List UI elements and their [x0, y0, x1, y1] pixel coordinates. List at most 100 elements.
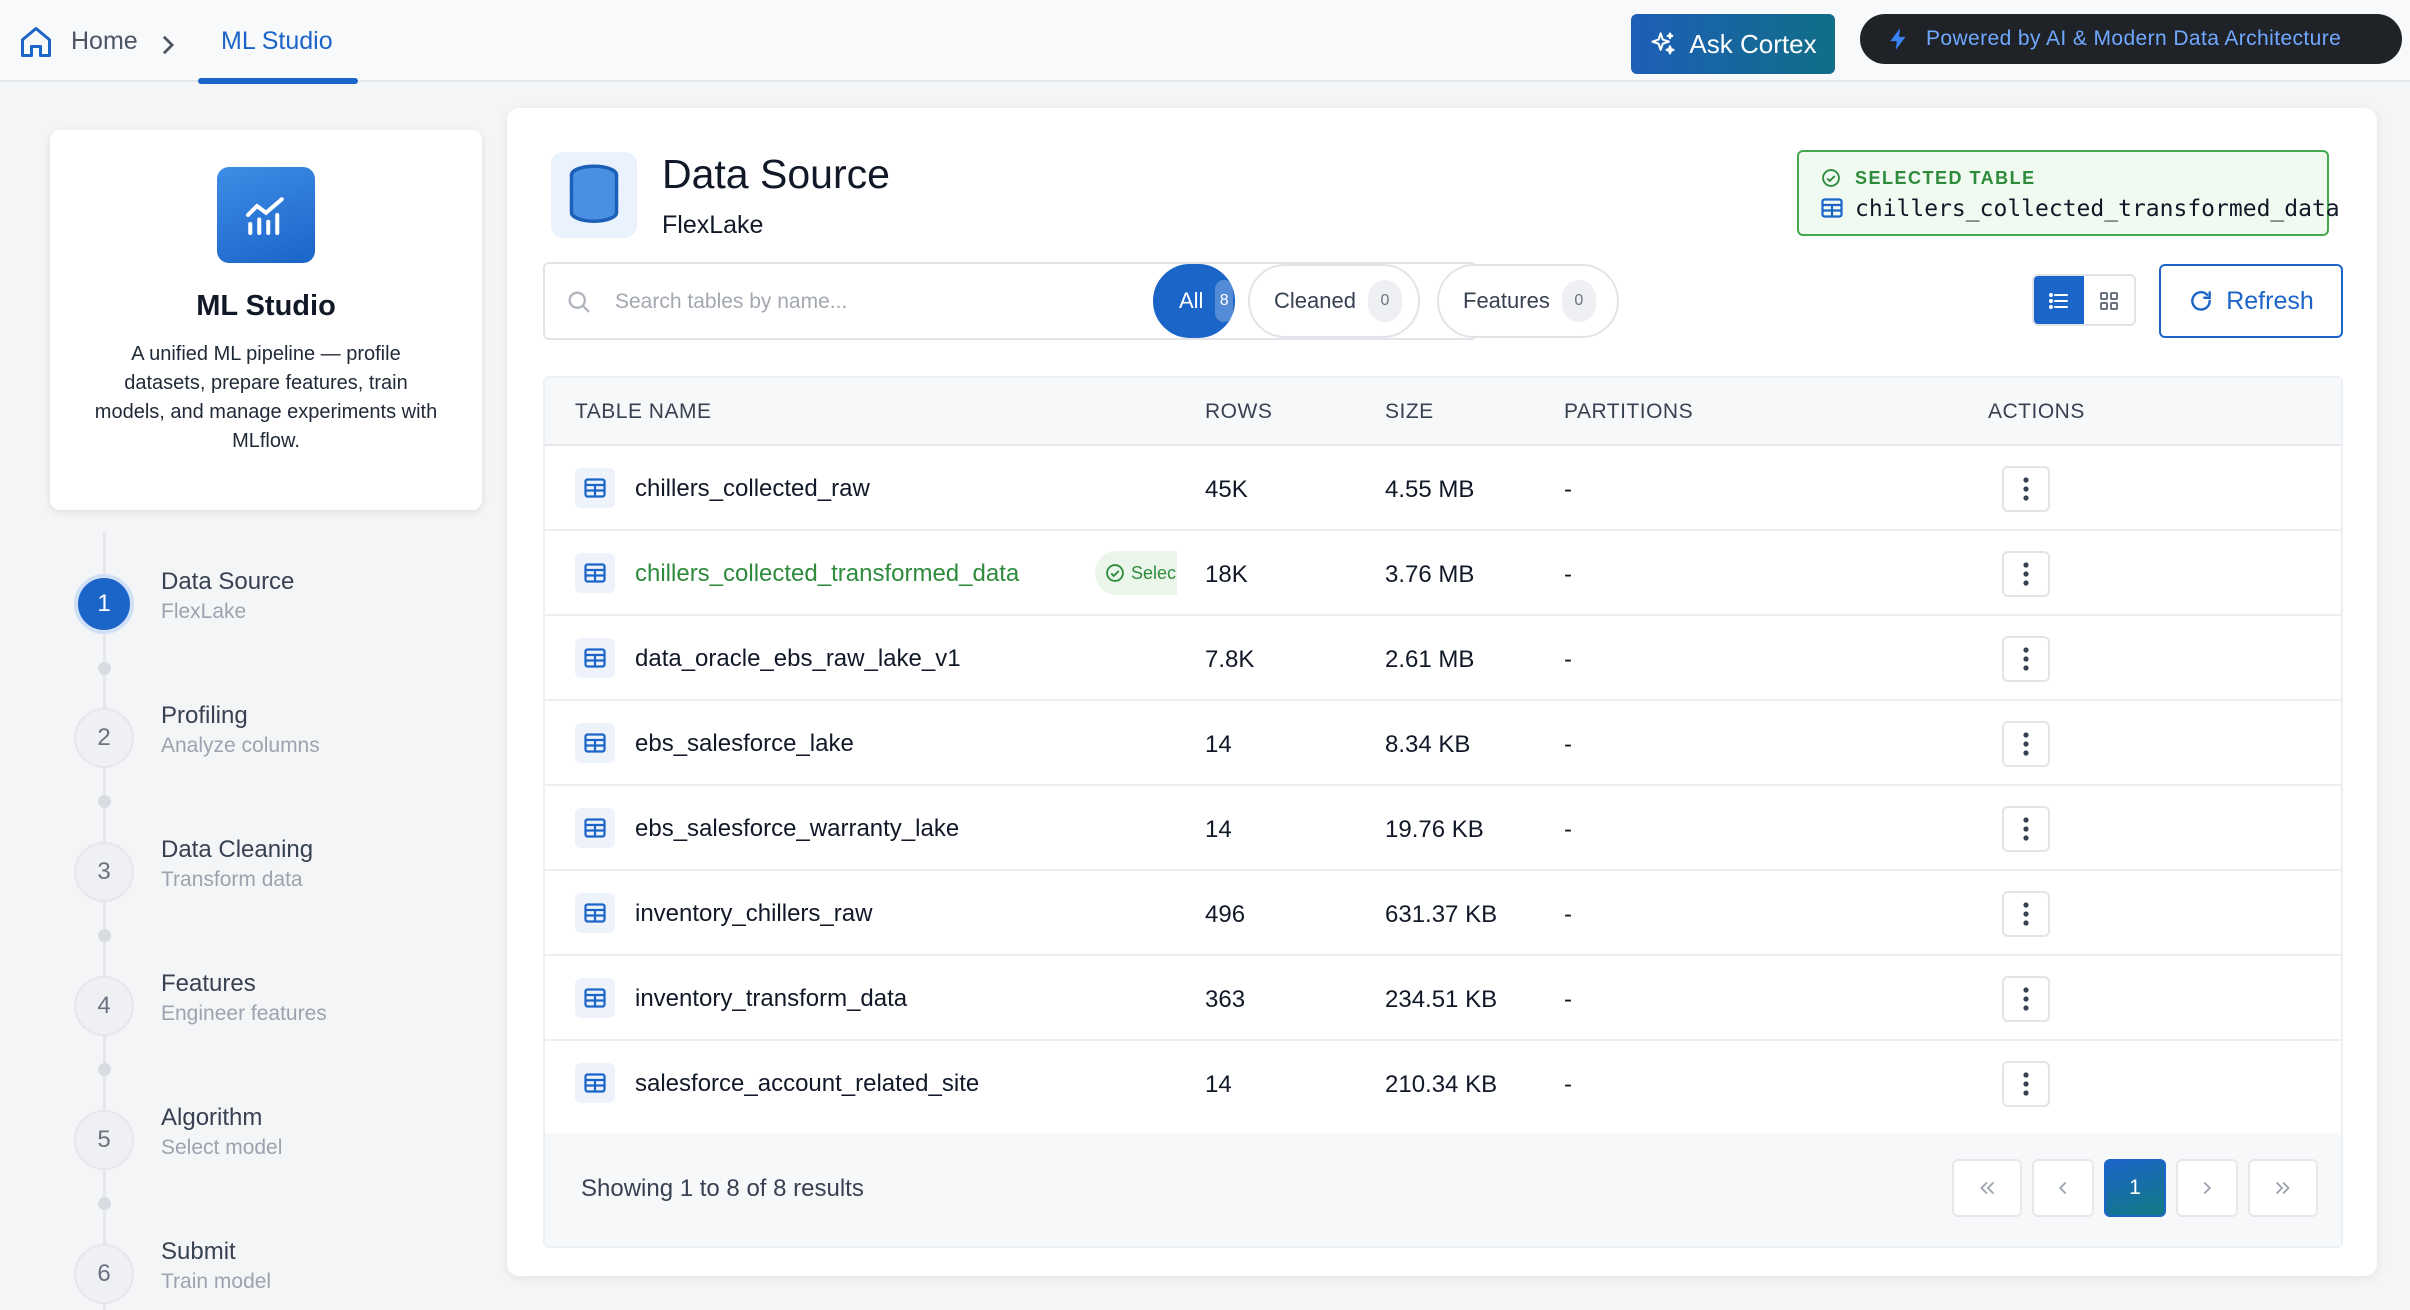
row-count: 7.8K [1205, 646, 1255, 673]
page-button-current[interactable]: 1 [2104, 1159, 2166, 1217]
table-icon [575, 893, 615, 933]
row-actions-button[interactable] [2002, 1061, 2050, 1107]
partitions-value: - [1564, 476, 1572, 503]
table-name[interactable]: salesforce_account_related_site [635, 1070, 979, 1098]
step-data-cleaning[interactable]: 3 Data Cleaning Transform data [72, 836, 452, 906]
table-name[interactable]: ebs_salesforce_warranty_lake [635, 815, 959, 843]
more-vertical-icon [2023, 562, 2029, 586]
filter-cleaned[interactable]: Cleaned 0 [1248, 264, 1420, 338]
step-connector-dot [98, 1197, 111, 1210]
first-page-button[interactable] [1952, 1159, 2022, 1217]
step-number: 1 [74, 574, 134, 634]
table-icon [575, 1063, 615, 1103]
previous-page-button[interactable] [2032, 1159, 2094, 1217]
step-algorithm[interactable]: 5 Algorithm Select model [72, 1104, 452, 1174]
filter-label: All [1179, 288, 1204, 313]
table-row[interactable]: inventory_chillers_raw 496 631.37 KB - [545, 871, 2341, 956]
search-icon [568, 291, 590, 313]
ask-cortex-button[interactable]: Ask Cortex [1631, 14, 1835, 74]
selected-table-card: SELECTED TABLE chillers_collected_transf… [1797, 150, 2340, 236]
table-size: 2.61 MB [1385, 646, 1475, 673]
step-title: Algorithm [161, 1104, 263, 1131]
partitions-value: - [1564, 731, 1572, 758]
data-source-panel: Data Source FlexLake SELECTED TABLE chil… [507, 108, 2377, 1276]
step-number: 2 [74, 708, 134, 768]
table-size: 4.55 MB [1385, 476, 1475, 503]
partitions-value: - [1564, 1071, 1572, 1098]
table-row[interactable]: ebs_salesforce_lake 14 8.34 KB - [545, 701, 2341, 786]
table-row[interactable]: chillers_collected_raw 45K 4.55 MB - [545, 446, 2341, 531]
step-subtitle: Analyze columns [161, 734, 320, 757]
row-actions-button[interactable] [2002, 551, 2050, 597]
grid-icon [2100, 292, 2118, 310]
table-size: 631.37 KB [1385, 901, 1498, 928]
partitions-value: - [1564, 986, 1572, 1013]
table-icon [575, 808, 615, 848]
filter-features[interactable]: Features 0 [1437, 264, 1619, 338]
table-name[interactable]: chillers_collected_transformed_data [635, 560, 1019, 588]
row-actions-button[interactable] [2002, 636, 2050, 682]
last-page-button[interactable] [2248, 1159, 2318, 1217]
powered-by-label: Powered by AI & Modern Data Architecture [1926, 27, 2342, 50]
list-view-button[interactable] [2034, 276, 2084, 324]
check-circle-icon [1822, 169, 1840, 187]
table-row-selected[interactable]: chillers_collected_transformed_data Sele… [545, 531, 2341, 616]
row-actions-button[interactable] [2002, 466, 2050, 512]
ml-studio-logo [217, 167, 315, 263]
table-header: TABLE NAME ROWS SIZE PARTITIONS ACTIONS [545, 378, 2341, 446]
row-count: 14 [1205, 816, 1232, 843]
step-connector-dot [98, 1063, 111, 1076]
page-subtitle: FlexLake [662, 211, 764, 239]
table-row[interactable]: ebs_salesforce_warranty_lake 14 19.76 KB… [545, 786, 2341, 871]
column-header-size: SIZE [1385, 400, 1434, 423]
table-name[interactable]: ebs_salesforce_lake [635, 730, 854, 758]
home-icon[interactable] [18, 24, 54, 60]
row-actions-button[interactable] [2002, 721, 2050, 767]
table-size: 3.76 MB [1385, 561, 1475, 588]
table-name[interactable]: data_oracle_ebs_raw_lake_v1 [635, 645, 961, 673]
step-connector-dot [98, 795, 111, 808]
row-count: 14 [1205, 1071, 1232, 1098]
step-title: Data Source [161, 568, 295, 595]
filter-count-badge: 0 [1561, 280, 1596, 322]
table-name[interactable]: inventory_transform_data [635, 985, 907, 1013]
row-actions-button[interactable] [2002, 891, 2050, 937]
more-vertical-icon [2023, 1072, 2029, 1096]
chevron-right-icon [162, 35, 175, 55]
filter-label: Cleaned [1274, 288, 1356, 313]
table-name[interactable]: inventory_chillers_raw [635, 900, 872, 928]
breadcrumb-home-link[interactable]: Home [71, 27, 138, 56]
column-header-actions: ACTIONS [1988, 400, 2085, 423]
lightning-icon [1890, 28, 1906, 50]
row-actions-button[interactable] [2002, 806, 2050, 852]
grid-view-button[interactable] [2084, 276, 2134, 324]
results-summary: Showing 1 to 8 of 8 results [581, 1175, 864, 1202]
partitions-value: - [1564, 646, 1572, 673]
next-page-button[interactable] [2176, 1159, 2238, 1217]
step-profiling[interactable]: 2 Profiling Analyze columns [72, 702, 452, 772]
column-header-partitions: PARTITIONS [1564, 400, 1694, 423]
table-icon [575, 978, 615, 1018]
step-features[interactable]: 4 Features Engineer features [72, 970, 452, 1040]
step-data-source[interactable]: 1 Data Source FlexLake [72, 568, 452, 638]
filter-all[interactable]: All 8 [1153, 264, 1235, 338]
table-row[interactable]: data_oracle_ebs_raw_lake_v1 7.8K 2.61 MB… [545, 616, 2341, 701]
breadcrumb-current[interactable]: ML Studio [221, 27, 333, 56]
column-header-table-name: TABLE NAME [575, 400, 712, 423]
row-actions-button[interactable] [2002, 976, 2050, 1022]
table-footer: Showing 1 to 8 of 8 results 1 [545, 1133, 2341, 1246]
step-subtitle: Select model [161, 1136, 283, 1159]
table-row[interactable]: salesforce_account_related_site 14 210.3… [545, 1041, 2341, 1126]
sidebar-description: A unified ML pipeline — profile datasets… [94, 343, 438, 452]
table-size: 19.76 KB [1385, 816, 1484, 843]
step-submit[interactable]: 6 Submit Train model [72, 1238, 452, 1308]
chevrons-left-icon [1980, 1181, 1995, 1195]
step-title: Profiling [161, 702, 248, 729]
refresh-button[interactable]: Refresh [2159, 264, 2343, 338]
row-count: 363 [1205, 986, 1246, 1013]
table-row[interactable]: inventory_transform_data 363 234.51 KB - [545, 956, 2341, 1041]
table-icon [575, 468, 615, 508]
step-subtitle: Engineer features [161, 1002, 327, 1025]
table-name[interactable]: chillers_collected_raw [635, 475, 870, 503]
column-header-rows: ROWS [1205, 400, 1273, 423]
